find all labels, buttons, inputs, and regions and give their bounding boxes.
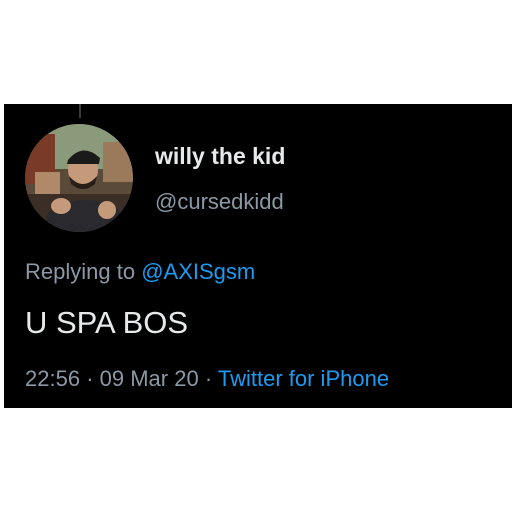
display-name[interactable]: willy the kid (155, 142, 285, 170)
meta-separator: · (204, 366, 213, 391)
avatar[interactable] (25, 124, 133, 232)
meta-separator: · (86, 366, 94, 391)
thread-connector-line (79, 104, 81, 118)
tweet-card: willy the kid @cursedkidd Replying to @A… (4, 104, 512, 408)
replying-to-line: Replying to @AXISgsm (25, 258, 255, 286)
user-handle[interactable]: @cursedkidd (155, 188, 284, 216)
profile-photo-icon (25, 124, 133, 232)
reply-mention-link[interactable]: @AXISgsm (141, 259, 255, 284)
screenshot-canvas: willy the kid @cursedkidd Replying to @A… (0, 0, 512, 512)
tweet-metadata: 22:56 · 09 Mar 20 · Twitter for iPhone (25, 365, 389, 393)
tweet-source-link[interactable]: Twitter for iPhone (218, 366, 389, 391)
tweet-text: U SPA BOS (25, 305, 189, 340)
tweet-time[interactable]: 22:56 (25, 366, 80, 391)
replying-to-label: Replying to (25, 259, 136, 284)
tweet-date[interactable]: 09 Mar 20 (100, 366, 199, 391)
